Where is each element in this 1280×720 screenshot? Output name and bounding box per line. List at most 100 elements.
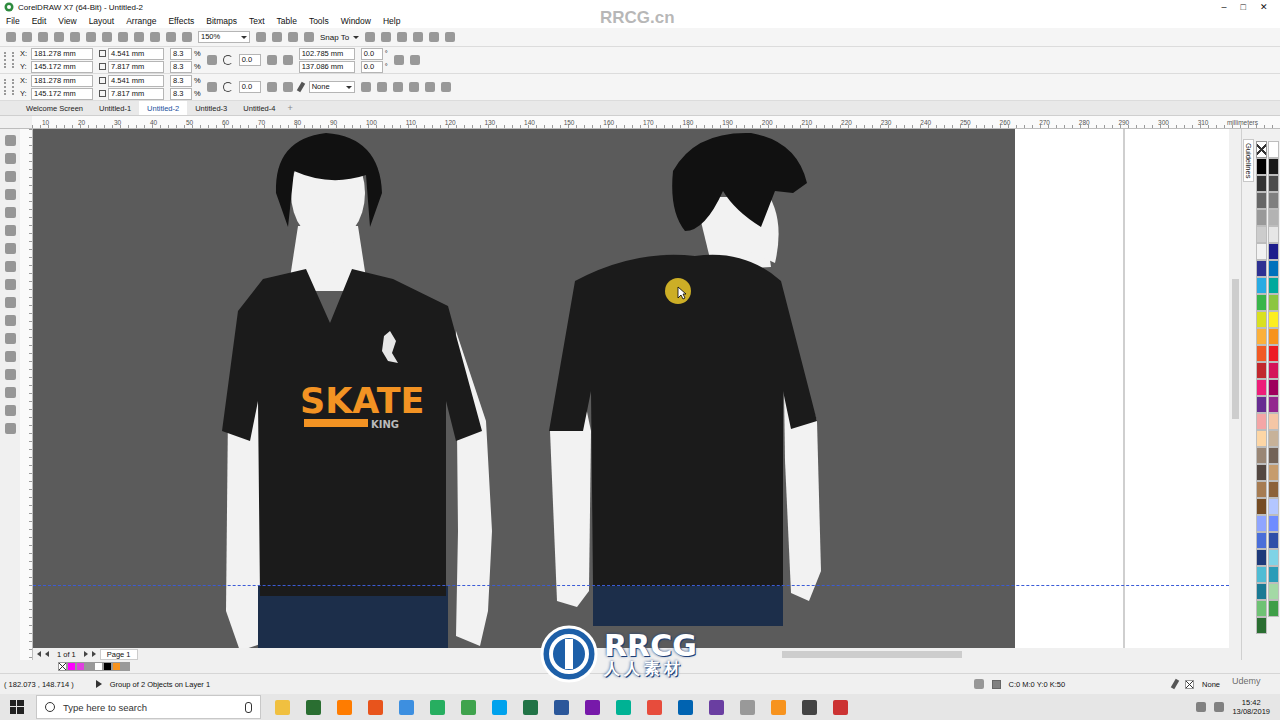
taskbar-app[interactable] [825, 694, 856, 720]
toolbar-button-icon[interactable] [413, 32, 423, 42]
tool-icon[interactable] [5, 333, 16, 344]
document-tab[interactable]: Untitled-4 [235, 101, 283, 115]
document-tab[interactable]: Untitled-2 [139, 101, 187, 115]
toolbar-button-icon[interactable] [425, 82, 435, 92]
menu-item[interactable]: File [6, 16, 20, 26]
back-tshirt-figure[interactable] [545, 131, 845, 648]
toolbar-button-icon[interactable] [150, 32, 160, 42]
tool-icon[interactable] [5, 423, 16, 434]
taskbar-app[interactable] [794, 694, 825, 720]
color-swatch[interactable] [112, 662, 121, 671]
color-swatch[interactable] [94, 662, 103, 671]
tool-icon[interactable] [5, 243, 16, 254]
color-swatch[interactable] [1268, 328, 1279, 345]
color-swatch[interactable] [1268, 277, 1279, 294]
toolbar-button-icon[interactable] [6, 32, 16, 42]
color-swatch[interactable] [1256, 175, 1267, 192]
tool-icon[interactable] [5, 225, 16, 236]
window-control-button[interactable]: □ [1241, 1, 1246, 13]
outline-width-dropdown[interactable]: None [309, 81, 355, 93]
color-swatch[interactable] [1268, 396, 1279, 413]
toolbar-button-icon[interactable] [22, 32, 32, 42]
guidelines-tab[interactable]: Guidelines [1243, 139, 1254, 182]
taskbar-app[interactable] [763, 694, 794, 720]
tool-icon[interactable] [5, 171, 16, 182]
height-field[interactable]: 7.817 mm [108, 88, 164, 100]
color-swatch[interactable] [1256, 481, 1267, 498]
color-swatch[interactable] [1268, 583, 1279, 600]
color-swatch[interactable] [1256, 447, 1267, 464]
taskbar-app[interactable] [670, 694, 701, 720]
toolbar-button-icon[interactable] [118, 32, 128, 42]
color-swatch[interactable] [1256, 260, 1267, 277]
no-color-swatch[interactable] [1256, 141, 1267, 158]
color-swatch[interactable] [1268, 345, 1279, 362]
color-swatch[interactable] [1256, 498, 1267, 515]
color-swatch[interactable] [1256, 158, 1267, 175]
tool-icon[interactable] [5, 405, 16, 416]
color-swatch[interactable] [1268, 481, 1279, 498]
color-swatch[interactable] [1268, 532, 1279, 549]
scale-x-field[interactable]: 8.3 [170, 48, 192, 60]
tool-icon[interactable] [5, 207, 16, 218]
color-swatch[interactable] [1256, 617, 1267, 634]
toolbar-button-icon[interactable] [377, 82, 387, 92]
toolbar-button-icon[interactable] [409, 82, 419, 92]
menu-item[interactable]: Arrange [126, 16, 156, 26]
color-swatch[interactable] [1256, 532, 1267, 549]
toolbar-button-icon[interactable] [365, 32, 375, 42]
scroll-thumb[interactable] [782, 651, 962, 658]
menu-item[interactable]: Table [277, 16, 297, 26]
relative-center-icon[interactable] [394, 55, 404, 65]
color-swatch[interactable] [1268, 294, 1279, 311]
taskbar-app[interactable] [546, 694, 577, 720]
lock-ratio-icon[interactable] [207, 55, 217, 65]
color-swatch[interactable] [1268, 311, 1279, 328]
color-swatch[interactable] [1256, 243, 1267, 260]
zoom-dropdown[interactable]: 150% [198, 31, 250, 43]
volume-icon[interactable] [1214, 702, 1224, 712]
rotation-field[interactable]: 0.0 [239, 81, 261, 93]
last-page-icon[interactable] [92, 651, 96, 657]
taskbar-app[interactable] [732, 694, 763, 720]
toolbar-button-icon[interactable] [182, 32, 192, 42]
color-swatch[interactable] [1256, 515, 1267, 532]
windows-start-icon[interactable] [10, 700, 24, 714]
taskbar-app[interactable] [515, 694, 546, 720]
color-swatch[interactable] [1268, 209, 1279, 226]
color-swatch[interactable] [1256, 311, 1267, 328]
menu-item[interactable]: Help [383, 16, 400, 26]
color-swatch[interactable] [1256, 226, 1267, 243]
toolbar-button-icon[interactable] [86, 32, 96, 42]
mirror-icon[interactable] [283, 82, 293, 92]
toolbar-button-icon[interactable] [38, 32, 48, 42]
toolbar-button-icon[interactable] [70, 32, 80, 42]
color-swatch[interactable] [1268, 192, 1279, 209]
tool-icon[interactable] [5, 135, 16, 146]
color-swatch[interactable] [1268, 430, 1279, 447]
tool-icon[interactable] [5, 369, 16, 380]
color-swatch[interactable] [121, 662, 130, 671]
toolbar-button-icon[interactable] [134, 32, 144, 42]
color-swatch[interactable] [1256, 192, 1267, 209]
window-control-button[interactable]: – [1222, 1, 1227, 13]
color-swatch[interactable] [1256, 430, 1267, 447]
color-swatch[interactable] [1268, 464, 1279, 481]
tool-icon[interactable] [5, 153, 16, 164]
color-swatch[interactable] [67, 662, 76, 671]
window-control-button[interactable]: ✕ [1260, 1, 1268, 13]
next-page-icon[interactable] [84, 651, 88, 657]
tool-icon[interactable] [5, 387, 16, 398]
taskbar-app[interactable] [329, 694, 360, 720]
color-swatch[interactable] [1256, 379, 1267, 396]
toolbar-button-icon[interactable] [361, 82, 371, 92]
new-tab-button[interactable]: + [283, 101, 296, 115]
color-swatch[interactable] [1268, 260, 1279, 277]
y-field[interactable]: 145.172 mm [31, 88, 93, 100]
color-swatch[interactable] [103, 662, 112, 671]
document-tab[interactable]: Untitled-1 [91, 101, 139, 115]
width-field[interactable]: 4.541 mm [108, 48, 164, 60]
color-swatch[interactable] [1256, 600, 1267, 617]
document-tab[interactable]: Untitled-3 [187, 101, 235, 115]
color-swatch[interactable] [1256, 277, 1267, 294]
